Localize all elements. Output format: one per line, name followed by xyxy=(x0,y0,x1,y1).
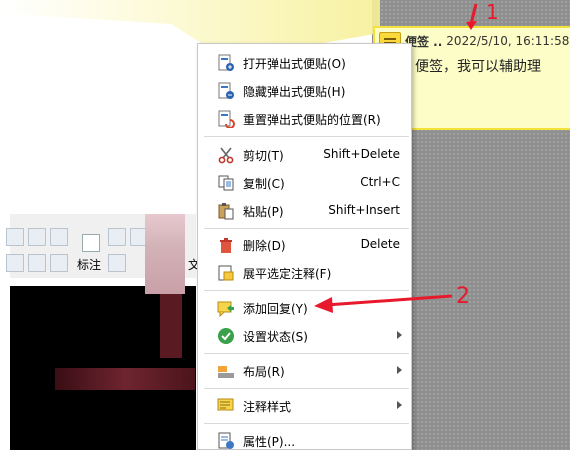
menu-item-label: 设置状态(S) xyxy=(243,330,308,344)
menu-item-cut[interactable]: 剪切(T) Shift+Delete xyxy=(198,142,411,168)
menu-item-label: 注释样式 xyxy=(243,400,292,414)
menu-item-label: 添加回复(Y) xyxy=(243,302,308,316)
menu-separator xyxy=(204,290,409,291)
screen: 便签 .. 2022/5/10, 16:11:58 便签，我可以辅助理 标注 文… xyxy=(0,0,570,450)
menu-item-annotation-style[interactable]: 注释样式 xyxy=(198,393,411,419)
menu-item-layout[interactable]: 布局(R) xyxy=(198,358,411,384)
menu-item-delete[interactable]: 删除(D) Delete xyxy=(198,232,411,258)
menu-item-paste[interactable]: 粘贴(P) Shift+Insert xyxy=(198,198,411,224)
status-check-icon xyxy=(218,328,234,344)
menu-separator xyxy=(204,423,409,424)
line-tool-icon[interactable] xyxy=(108,228,126,246)
menu-item-hide-note[interactable]: 隐藏弹出式便贴(H) xyxy=(198,78,411,104)
menu-item-shortcut: Ctrl+C xyxy=(360,175,400,189)
menu-item-shortcut: Shift+Insert xyxy=(328,203,400,217)
blurred-figure-stem xyxy=(160,294,182,358)
menu-item-properties[interactable]: 属性(P)... xyxy=(198,428,411,450)
menu-separator xyxy=(204,388,409,389)
blurred-figure xyxy=(145,214,185,294)
blurred-figure-bar xyxy=(55,368,195,390)
flatten-icon xyxy=(218,265,234,281)
copy-icon xyxy=(218,175,234,191)
menu-item-label: 隐藏弹出式便贴(H) xyxy=(243,85,346,99)
hide-note-icon xyxy=(218,82,234,99)
menu-separator xyxy=(204,136,409,137)
menu-item-copy[interactable]: 复制(C) Ctrl+C xyxy=(198,170,411,196)
menu-item-label: 布局(R) xyxy=(243,365,285,379)
markup-label[interactable]: 标注 xyxy=(77,256,101,273)
menu-separator xyxy=(204,353,409,354)
reply-icon xyxy=(217,301,234,317)
measure-icon[interactable] xyxy=(82,234,100,252)
polygon-tool-icon[interactable] xyxy=(28,228,46,246)
menu-item-reset-note-position[interactable]: 重置弹出式便贴的位置(R) xyxy=(198,106,411,132)
menu-item-flatten[interactable]: 展平选定注释(F) xyxy=(198,260,411,286)
menu-item-label: 重置弹出式便贴的位置(R) xyxy=(243,113,381,127)
paste-icon xyxy=(218,203,234,220)
menu-item-add-reply[interactable]: 添加回复(Y) xyxy=(198,295,411,321)
menu-item-shortcut: Shift+Delete xyxy=(323,147,400,161)
menu-item-open-note[interactable]: 打开弹出式便贴(O) xyxy=(198,50,411,76)
submenu-arrow-icon xyxy=(397,401,402,409)
distance-tool-icon[interactable] xyxy=(108,254,126,272)
sticky-note-date: 2022/5/10, 16:11:58 xyxy=(446,34,570,48)
menu-item-label: 展平选定注释(F) xyxy=(243,267,332,281)
crop-tool-icon[interactable] xyxy=(6,254,24,272)
menu-item-set-status[interactable]: 设置状态(S) xyxy=(198,323,411,349)
annotation-style-icon xyxy=(217,398,234,411)
trash-icon xyxy=(220,238,232,253)
menu-item-label: 粘贴(P) xyxy=(243,205,284,219)
menu-item-label: 属性(P)... xyxy=(243,435,296,449)
layout-icon xyxy=(218,366,234,378)
menu-item-label: 打开弹出式便贴(O) xyxy=(243,57,346,71)
menu-item-shortcut: Delete xyxy=(360,237,400,251)
menu-item-label: 剪切(T) xyxy=(243,149,284,163)
area-tool-icon[interactable] xyxy=(28,254,46,272)
menu-item-label: 复制(C) xyxy=(243,177,285,191)
rect-tool-icon[interactable] xyxy=(6,228,24,246)
reset-note-icon xyxy=(218,110,235,128)
menu-item-label: 删除(D) xyxy=(243,239,286,253)
submenu-arrow-icon xyxy=(397,366,402,374)
image-tool-icon[interactable] xyxy=(50,254,68,272)
callout-number-1: 1 xyxy=(486,0,499,24)
callout-number-2: 2 xyxy=(456,284,470,309)
scissors-icon xyxy=(218,147,234,164)
open-note-icon xyxy=(218,54,234,71)
properties-icon xyxy=(218,432,234,449)
shape-tool-icon[interactable] xyxy=(50,228,68,246)
context-menu: 打开弹出式便贴(O) 隐藏弹出式便贴(H) 重置弹出式便贴的位置(R) 剪切(T… xyxy=(197,43,412,450)
menu-separator xyxy=(204,228,409,229)
submenu-arrow-icon xyxy=(397,331,402,339)
